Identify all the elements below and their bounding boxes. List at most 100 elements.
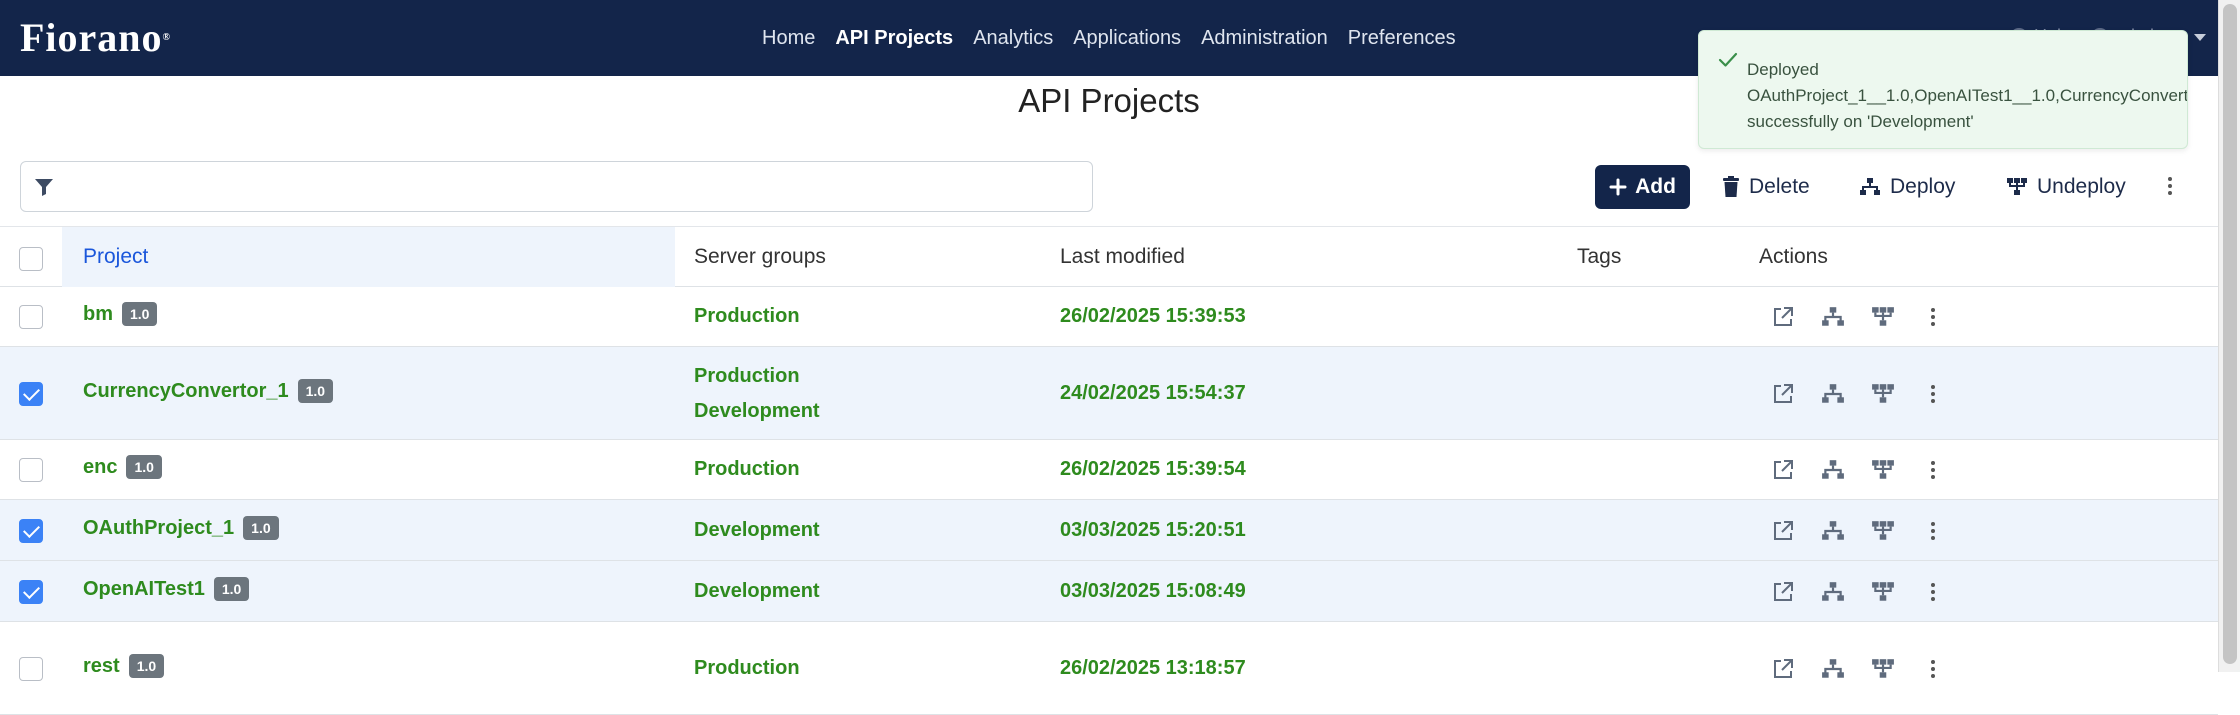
sitemap-icon (1860, 178, 1880, 195)
undeploy-icon[interactable] (1870, 579, 1896, 605)
add-button[interactable]: Add (1595, 165, 1690, 209)
check-icon (1718, 52, 1738, 67)
deploy-icon[interactable] (1820, 656, 1846, 682)
header-tags: Tags (1577, 245, 1622, 268)
nav-preferences[interactable]: Preferences (1348, 23, 1456, 54)
row-more-icon[interactable] (1920, 457, 1946, 483)
server-group: Development (694, 580, 820, 602)
row-checkbox[interactable] (19, 519, 43, 543)
server-group: Production (694, 305, 800, 327)
nav-applications[interactable]: Applications (1073, 23, 1181, 54)
project-name: CurrencyConvertor_1 (83, 379, 289, 402)
project-link[interactable]: rest 1.0 (83, 654, 165, 678)
undeploy-icon[interactable] (1870, 518, 1896, 544)
version-badge: 1.0 (243, 516, 279, 540)
version-badge: 1.0 (213, 577, 250, 601)
undeploy-icon[interactable] (1870, 656, 1896, 682)
logo-text: Fiorano (20, 15, 163, 60)
server-group: Production (694, 365, 800, 387)
server-groups: Production (694, 299, 800, 334)
project-link[interactable]: CurrencyConvertor_1 1.0 (83, 379, 334, 403)
row-more-icon[interactable] (1920, 304, 1946, 330)
server-groups: Production (694, 651, 800, 686)
chevron-down-icon[interactable] (2194, 34, 2206, 41)
table-row[interactable]: enc 1.0 Production 26/02/2025 15:39:54 (0, 440, 2218, 500)
table-row[interactable]: rest 1.0 Production 26/02/2025 13:18:57 (0, 622, 2218, 715)
table-row[interactable]: bm 1.0 Production 26/02/2025 15:39:53 (0, 287, 2218, 347)
undeploy-icon[interactable] (1870, 304, 1896, 330)
version-badge: 1.0 (126, 455, 162, 479)
version-badge: 1.0 (122, 302, 158, 326)
row-checkbox[interactable] (19, 458, 43, 482)
row-actions (1770, 381, 1946, 407)
server-groups: Production (694, 452, 800, 487)
open-external-icon[interactable] (1770, 381, 1796, 407)
deploy-icon[interactable] (1820, 579, 1846, 605)
open-external-icon[interactable] (1770, 518, 1796, 544)
header-server-groups[interactable]: Server groups (694, 245, 826, 269)
row-more-icon[interactable] (1920, 656, 1946, 682)
last-modified: 26/02/2025 15:39:54 (1060, 458, 1246, 480)
toast-line-1: Deployed (1747, 60, 1819, 79)
table-row[interactable]: OpenAITest1 1.0 Development 03/03/2025 1… (0, 561, 2218, 622)
delete-button-label: Delete (1749, 175, 1810, 198)
fiorano-logo[interactable]: Fiorano® (20, 14, 171, 62)
row-checkbox[interactable] (19, 305, 43, 329)
header-actions: Actions (1759, 245, 1828, 268)
nav-administration[interactable]: Administration (1201, 23, 1328, 54)
project-link[interactable]: OAuthProject_1 1.0 (83, 516, 279, 540)
open-external-icon[interactable] (1770, 457, 1796, 483)
header-last-modified[interactable]: Last modified (1060, 245, 1185, 269)
page-title: API Projects (1018, 82, 1200, 119)
project-link[interactable]: bm 1.0 (83, 302, 158, 326)
select-all-checkbox[interactable] (19, 247, 43, 271)
nav-home[interactable]: Home (762, 23, 815, 54)
scrollbar-thumb[interactable] (2223, 4, 2237, 664)
version-badge: 1.0 (128, 654, 165, 678)
row-checkbox[interactable] (19, 580, 43, 604)
table-header: Project Server groups Last modified Tags… (0, 226, 2218, 287)
last-modified: 26/02/2025 15:39:53 (1060, 305, 1246, 327)
deploy-icon[interactable] (1820, 304, 1846, 330)
filter-input[interactable] (65, 168, 1075, 206)
open-external-icon[interactable] (1770, 304, 1796, 330)
server-groups: Development (694, 513, 820, 548)
row-more-icon[interactable] (1920, 579, 1946, 605)
deploy-icon[interactable] (1820, 381, 1846, 407)
row-more-icon[interactable] (1920, 381, 1946, 407)
project-link[interactable]: OpenAITest1 1.0 (83, 577, 250, 601)
server-groups: Production Development (694, 359, 820, 429)
project-link[interactable]: enc 1.0 (83, 455, 162, 479)
nav-analytics[interactable]: Analytics (973, 23, 1053, 54)
project-name: bm (83, 302, 113, 325)
header-project[interactable]: Project (83, 245, 148, 269)
page-scrollbar[interactable] (2218, 0, 2240, 672)
filter-icon (35, 179, 53, 196)
deploy-icon[interactable] (1820, 457, 1846, 483)
deploy-button[interactable]: Deploy (1859, 165, 1955, 209)
deploy-button-label: Deploy (1890, 175, 1956, 198)
row-actions (1770, 457, 1946, 483)
delete-button[interactable]: Delete (1722, 165, 1810, 209)
row-actions (1770, 518, 1946, 544)
table-row[interactable]: OAuthProject_1 1.0 Development 03/03/202… (0, 500, 2218, 561)
undeploy-icon[interactable] (1870, 457, 1896, 483)
project-name: OAuthProject_1 (83, 516, 235, 539)
version-badge: 1.0 (297, 379, 334, 403)
undeploy-button[interactable]: Undeploy (2006, 165, 2126, 209)
trash-icon (1723, 176, 1739, 197)
deploy-icon[interactable] (1820, 518, 1846, 544)
row-checkbox[interactable] (19, 382, 43, 406)
more-options-icon[interactable] (2160, 174, 2180, 198)
row-more-icon[interactable] (1920, 518, 1946, 544)
server-group: Production (694, 458, 800, 480)
open-external-icon[interactable] (1770, 579, 1796, 605)
plus-icon (1609, 178, 1627, 196)
table-row[interactable]: CurrencyConvertor_1 1.0 Production Develo… (0, 347, 2218, 440)
undeploy-icon[interactable] (1870, 381, 1896, 407)
nav-api-projects[interactable]: API Projects (835, 23, 953, 54)
row-actions (1770, 304, 1946, 330)
row-checkbox[interactable] (19, 657, 43, 681)
open-external-icon[interactable] (1770, 656, 1796, 682)
last-modified: 03/03/2025 15:20:51 (1060, 519, 1246, 541)
